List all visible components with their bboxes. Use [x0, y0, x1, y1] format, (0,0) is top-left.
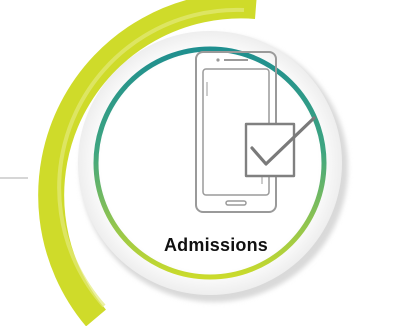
admissions-tile-graphic[interactable] — [0, 0, 404, 326]
admissions-label[interactable]: Admissions — [164, 235, 268, 256]
tile-label-area: Admissions — [132, 228, 300, 262]
